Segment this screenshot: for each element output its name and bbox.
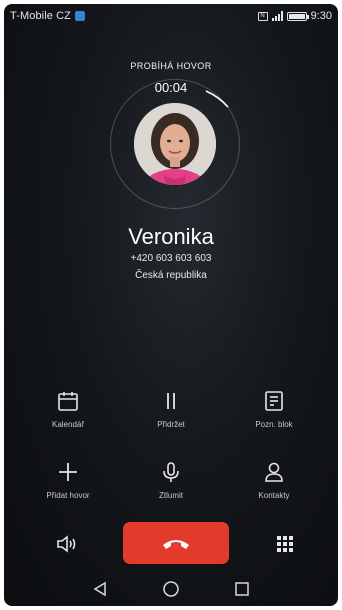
dialpad-icon — [277, 536, 293, 552]
contacts-label: Kontakty — [258, 491, 290, 500]
phone-screen: T-Mobile CZ N 9:30 PROBÍHÁ HOVOR 00:04 V… — [4, 4, 338, 606]
contact-name: Veronika — [128, 224, 214, 249]
battery-icon — [286, 11, 309, 21]
microphone-icon — [126, 459, 216, 485]
add-call-label: Přidat hovor — [46, 491, 90, 500]
person-icon — [229, 459, 319, 485]
signal-icon — [271, 11, 283, 21]
carrier-name: T-Mobile CZ — [10, 10, 71, 22]
back-icon[interactable] — [91, 580, 109, 598]
mute-label: Ztlumit — [159, 491, 183, 500]
notes-label: Pozn. blok — [255, 420, 293, 429]
call-status: PROBÍHÁ HOVOR — [130, 61, 212, 71]
phone-hangup-icon — [163, 540, 189, 549]
home-icon[interactable] — [162, 580, 180, 598]
contact-number: +420 603 603 603 — [130, 253, 212, 264]
clock: 9:30 — [310, 10, 332, 22]
recents-icon[interactable] — [233, 580, 251, 598]
calendar-label: Kalendář — [51, 420, 85, 429]
speaker-icon — [57, 535, 76, 553]
mute-button[interactable]: Ztlumit — [126, 459, 216, 500]
plus-icon — [23, 459, 113, 485]
add-call-button[interactable]: Přidat hovor — [23, 459, 113, 500]
hold-button[interactable]: Přidržet — [126, 388, 216, 429]
hold-label: Přidržet — [157, 420, 185, 429]
call-timer: 00:04 — [154, 80, 188, 95]
status-bar: T-Mobile CZ N 9:30 — [4, 4, 338, 28]
notes-button[interactable]: Pozn. blok — [229, 388, 319, 429]
calendar-button[interactable]: Kalendář — [23, 388, 113, 429]
notepad-icon — [229, 388, 319, 414]
contacts-button[interactable]: Kontakty — [229, 459, 319, 500]
status-icons: N 9:30 — [257, 10, 332, 22]
pause-icon — [126, 388, 216, 414]
nfc-icon: N — [257, 11, 268, 21]
calendar-icon — [23, 388, 113, 414]
speaker-button[interactable] — [52, 530, 82, 558]
contact-country: Česká republika — [135, 270, 207, 281]
end-call-button[interactable] — [123, 522, 229, 564]
contact-avatar — [134, 103, 216, 185]
navigation-bar — [4, 572, 338, 606]
dialpad-button[interactable] — [270, 530, 300, 558]
notification-icon — [75, 11, 85, 21]
